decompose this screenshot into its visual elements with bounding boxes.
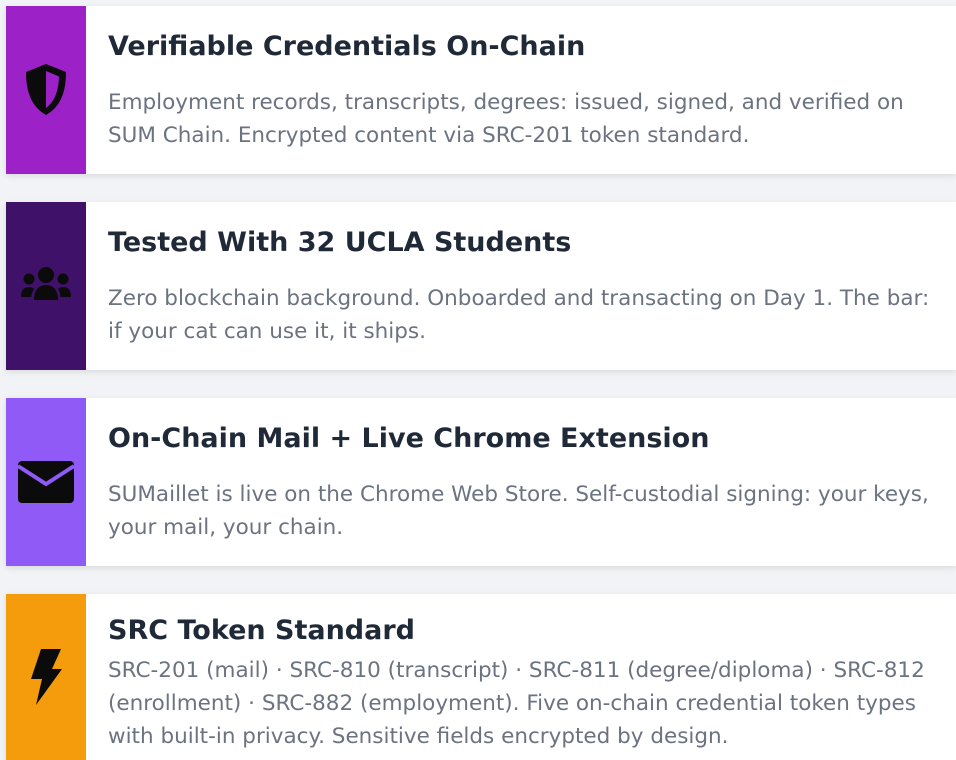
card-accent-band <box>6 6 86 174</box>
users-icon <box>20 266 72 306</box>
card-accent-band <box>6 398 86 566</box>
card-accent-band <box>6 594 86 760</box>
card-description: SRC-201 (mail) · SRC-810 (transcript) · … <box>108 658 925 749</box>
card-content: Tested With 32 UCLA Students Zero blockc… <box>86 202 956 370</box>
card-description: SUMaillet is live on the Chrome Web Stor… <box>108 482 929 540</box>
feature-card-credentials: Verifiable Credentials On-Chain Employme… <box>6 6 956 174</box>
card-title: SRC Token Standard <box>108 615 415 646</box>
card-description: Zero blockchain background. Onboarded an… <box>108 286 930 344</box>
shield-icon <box>23 62 69 118</box>
bolt-icon <box>28 647 64 707</box>
card-content: SRC Token Standard SRC-201 (mail) · SRC-… <box>86 594 956 760</box>
card-title: Tested With 32 UCLA Students <box>108 227 572 258</box>
feature-card-tokens: SRC Token Standard SRC-201 (mail) · SRC-… <box>6 594 956 760</box>
card-content: On-Chain Mail + Live Chrome Extension SU… <box>86 398 956 566</box>
card-accent-band <box>6 202 86 370</box>
card-title: On-Chain Mail + Live Chrome Extension <box>108 423 710 454</box>
card-description: Employment records, transcripts, degrees… <box>108 90 904 148</box>
card-content: Verifiable Credentials On-Chain Employme… <box>86 6 956 174</box>
card-title: Verifiable Credentials On-Chain <box>108 31 586 62</box>
envelope-icon <box>16 459 76 505</box>
feature-card-mail: On-Chain Mail + Live Chrome Extension SU… <box>6 398 956 566</box>
feature-list: Verifiable Credentials On-Chain Employme… <box>0 0 956 760</box>
feature-card-students: Tested With 32 UCLA Students Zero blockc… <box>6 202 956 370</box>
